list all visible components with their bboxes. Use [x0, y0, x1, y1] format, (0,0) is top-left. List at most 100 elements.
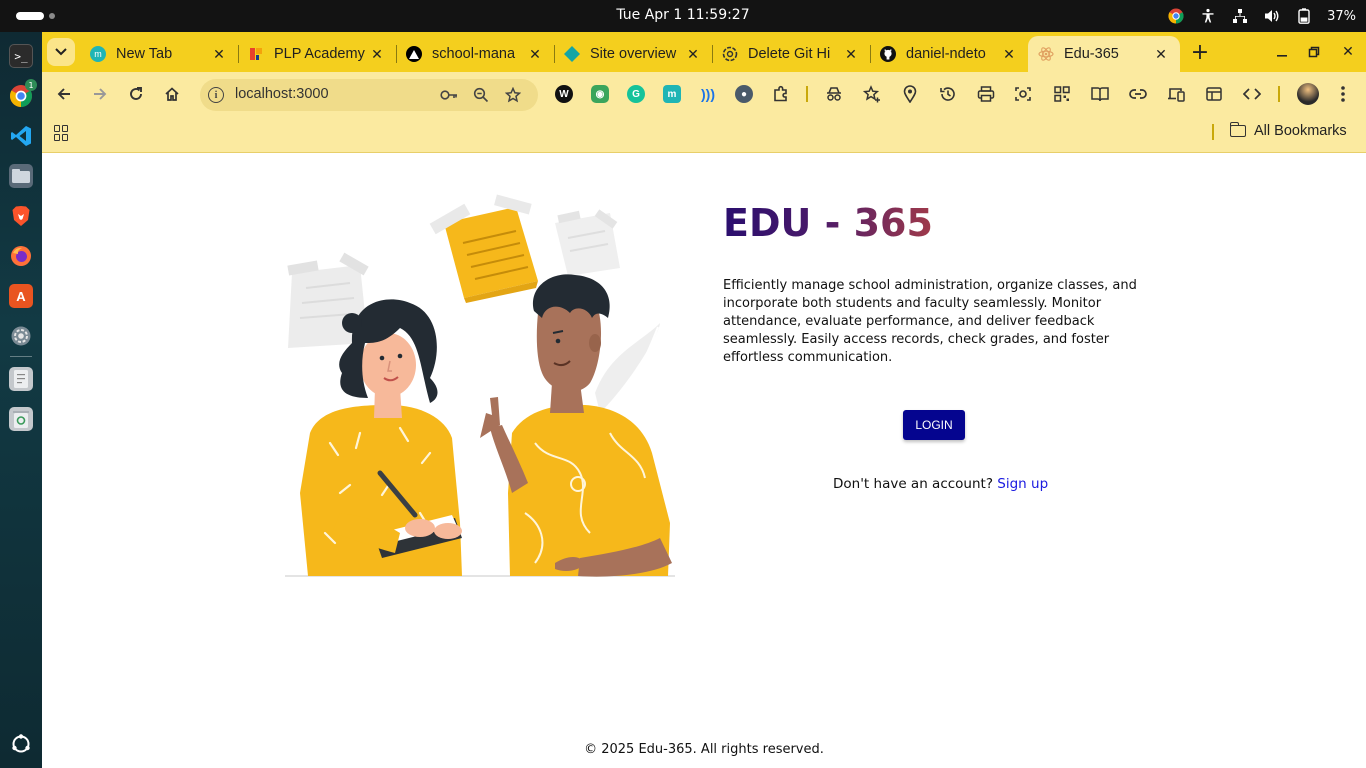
close-tab-icon[interactable]: ✕	[1152, 45, 1170, 63]
grey-note-right	[555, 209, 620, 276]
chrome-badge: 1	[25, 79, 37, 91]
reading-star-icon[interactable]	[862, 84, 882, 104]
dock-separator	[10, 356, 32, 357]
hero-description: Efficiently manage school administration…	[723, 278, 1137, 365]
signup-prompt-text: Don't have an account?	[833, 476, 993, 492]
tab-edu-365[interactable]: Edu-365 ✕	[1028, 36, 1180, 72]
location-pin-icon[interactable]	[900, 84, 920, 104]
all-bookmarks-button[interactable]: All Bookmarks	[1229, 122, 1347, 139]
profile-avatar[interactable]	[1297, 83, 1319, 105]
back-button[interactable]	[52, 82, 76, 106]
home-button[interactable]	[160, 82, 184, 106]
signup-link[interactable]: Sign up	[997, 476, 1048, 492]
home-icon	[165, 87, 179, 101]
meta-ext-icon[interactable]: m	[663, 85, 681, 103]
new-tab-button[interactable]: +	[1188, 40, 1212, 65]
hero-title: EDU - 365	[723, 201, 933, 245]
trash-icon[interactable]	[9, 407, 33, 431]
reading-mode-icon[interactable]	[1090, 84, 1110, 104]
chrome-tray-icon[interactable]	[1167, 7, 1185, 25]
vercel-icon	[406, 46, 422, 62]
battery-percent[interactable]: 37%	[1327, 9, 1356, 24]
screenshot-icon[interactable]	[1013, 84, 1033, 104]
arrow-right-icon	[94, 88, 107, 100]
side-panel-icon[interactable]	[1204, 84, 1224, 104]
bookmarks-bar: All Bookmarks	[42, 116, 1366, 153]
toolbar-separator	[1278, 86, 1280, 102]
history-icon[interactable]	[938, 84, 958, 104]
tab-plp-academy[interactable]: PLP Academy ✕	[238, 36, 396, 72]
tab-search-button[interactable]	[47, 38, 75, 66]
site-info-icon[interactable]: i	[208, 87, 224, 103]
software-center-icon[interactable]: A	[9, 284, 33, 308]
close-tab-icon[interactable]: ✕	[684, 45, 702, 63]
browser-toolbar: i localhost:3000 W ◉ G m ))) ●	[42, 72, 1366, 116]
close-tab-icon[interactable]: ✕	[526, 45, 544, 63]
bookmark-star-icon[interactable]	[504, 86, 522, 104]
battery-icon[interactable]	[1295, 7, 1313, 25]
url-text[interactable]: localhost:3000	[235, 86, 329, 102]
network-icon[interactable]	[1231, 7, 1249, 25]
react-icon	[1038, 46, 1054, 62]
show-apps-icon[interactable]	[9, 732, 33, 756]
all-bookmarks-label: All Bookmarks	[1254, 123, 1347, 139]
zoom-icon[interactable]	[472, 86, 490, 104]
close-tab-icon[interactable]: ✕	[210, 45, 228, 63]
chrome-dock-icon[interactable]: 1	[9, 79, 37, 108]
leaf-decoration	[595, 323, 660, 419]
volume-icon[interactable]	[1263, 7, 1281, 25]
qr-code-icon[interactable]	[1052, 84, 1072, 104]
link-icon[interactable]	[1128, 84, 1148, 104]
tab-site-overview[interactable]: Site overview ✕	[554, 36, 712, 72]
grammarly-ext-icon[interactable]: G	[627, 85, 645, 103]
more-menu-icon[interactable]	[1333, 84, 1353, 104]
tab-github-daniel[interactable]: daniel-ndeto ✕	[870, 36, 1028, 72]
close-window-icon[interactable]: ✕	[1338, 42, 1358, 62]
yellow-sticky-note	[429, 194, 538, 303]
incognito-icon[interactable]	[824, 84, 844, 104]
github-icon	[880, 46, 896, 62]
hero-illustration	[285, 194, 675, 577]
tab-school-mana[interactable]: school-mana ✕	[396, 36, 554, 72]
login-button[interactable]: LOGIN	[903, 410, 965, 440]
firefox-icon[interactable]	[9, 244, 33, 268]
close-tab-icon[interactable]: ✕	[1000, 45, 1018, 63]
extensions-puzzle-icon[interactable]	[771, 84, 791, 104]
password-key-icon[interactable]	[440, 86, 458, 104]
close-tab-icon[interactable]: ✕	[842, 45, 860, 63]
meta-m-icon: m	[90, 46, 106, 62]
minimize-window-icon[interactable]	[1272, 42, 1292, 62]
files-icon[interactable]	[9, 164, 33, 188]
print-icon[interactable]	[976, 84, 996, 104]
vscode-icon[interactable]	[9, 124, 33, 148]
tab-delete-git-history[interactable]: Delete Git Hi ✕	[712, 36, 870, 72]
forward-button[interactable]	[88, 82, 112, 106]
bulb-ext-icon[interactable]: ●	[735, 85, 753, 103]
code-icon[interactable]	[1242, 84, 1262, 104]
arrow-left-icon	[57, 88, 70, 100]
robot-ext-icon[interactable]: ◉	[591, 85, 609, 103]
terminal-icon[interactable]: >_	[9, 44, 33, 68]
reload-button[interactable]	[124, 82, 148, 106]
apps-grid-icon[interactable]	[54, 125, 70, 141]
tab-new-tab[interactable]: m New Tab ✕	[80, 36, 238, 72]
wordpress-ext-icon[interactable]: W	[555, 85, 573, 103]
restore-window-icon[interactable]	[1304, 42, 1324, 62]
address-bar[interactable]: i localhost:3000	[200, 79, 538, 111]
accessibility-icon[interactable]	[1199, 7, 1217, 25]
openai-icon	[722, 46, 738, 62]
folder-icon	[1229, 122, 1246, 137]
system-tray[interactable]: 37%	[1167, 6, 1356, 26]
man-figure	[480, 274, 672, 577]
page-content: EDU - 365 Efficiently manage school admi…	[42, 153, 1366, 768]
close-tab-icon[interactable]: ✕	[368, 45, 386, 63]
wave-ext-icon[interactable]: )))	[699, 85, 717, 103]
bookmarks-separator	[1212, 124, 1214, 140]
brave-icon[interactable]	[9, 204, 33, 228]
system-clock[interactable]: Tue Apr 1 11:59:27	[616, 7, 749, 23]
text-editor-icon[interactable]	[9, 367, 33, 391]
signup-prompt: Don't have an account? Sign up	[833, 476, 1048, 492]
browser-tab-strip: m New Tab ✕ PLP Academy ✕ school-mana ✕ …	[42, 32, 1366, 72]
settings-icon[interactable]	[9, 324, 33, 348]
devices-icon[interactable]	[1166, 84, 1186, 104]
